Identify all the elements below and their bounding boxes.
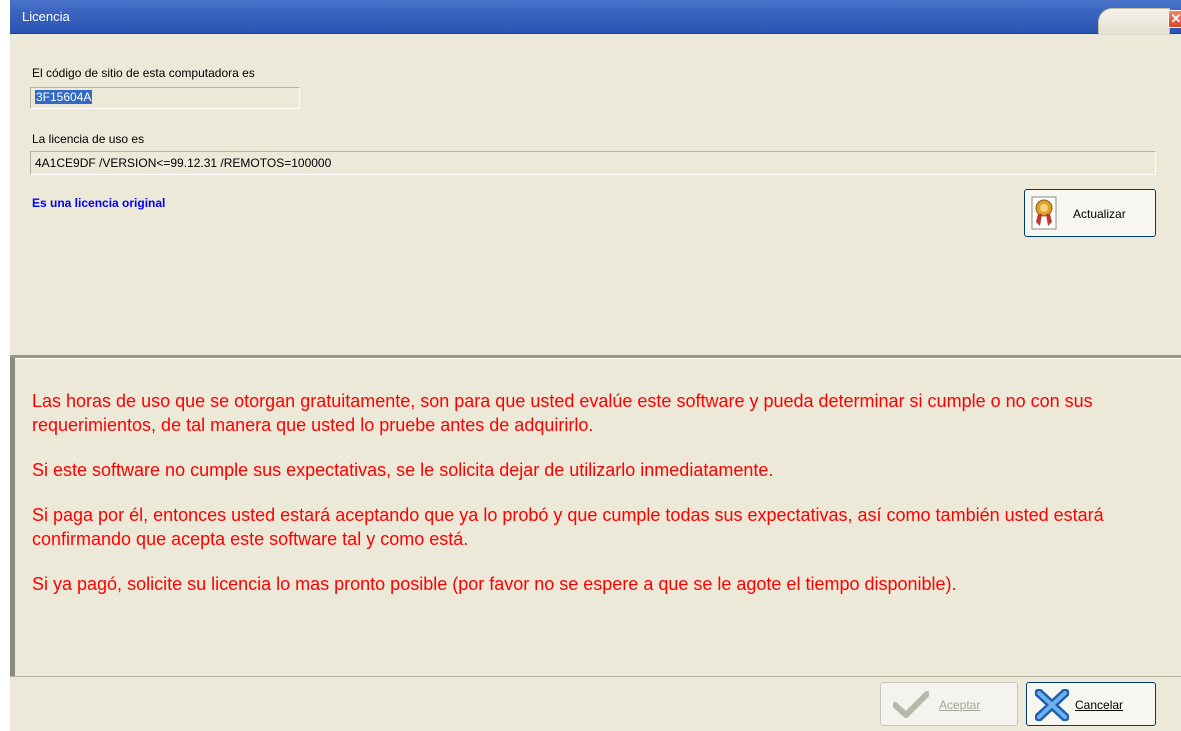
- accept-button[interactable]: Aceptar: [880, 682, 1018, 726]
- cancel-button-label: Cancelar: [1075, 698, 1124, 712]
- license-notice: Las horas de uso que se otorgan gratuita…: [32, 389, 1172, 617]
- site-code-value: 3F15604A: [35, 90, 93, 104]
- site-code-label: El código de sitio de esta computadora e…: [32, 66, 255, 80]
- notice-paragraph: Las horas de uso que se otorgan gratuita…: [32, 391, 1093, 435]
- left-border-strip: [10, 358, 15, 676]
- title-bar[interactable]: Licencia ✕: [10, 0, 1181, 35]
- license-dialog: Licencia ✕ El código de sitio de esta co…: [10, 0, 1181, 731]
- notice-paragraph: Si ya pagó, solicite su licencia lo mas …: [32, 574, 957, 594]
- site-code-field[interactable]: 3F15604A: [30, 87, 300, 109]
- section-divider: [10, 355, 1181, 359]
- notice-paragraph: Si este software no cumple sus expectati…: [32, 460, 774, 480]
- accept-button-label: Aceptar: [939, 698, 981, 712]
- notice-paragraph: Si paga por él, entonces usted estará ac…: [32, 505, 1104, 549]
- update-button-label: Actualizar: [1073, 207, 1126, 221]
- checkmark-icon: [893, 691, 929, 718]
- update-button[interactable]: Actualizar: [1024, 189, 1156, 237]
- title-bar-tab: [1098, 8, 1170, 35]
- window-title: Licencia: [22, 9, 70, 24]
- cancel-button[interactable]: Cancelar: [1026, 682, 1156, 726]
- license-value: 4A1CE9DF /VERSION<=99.12.31 /REMOTOS=100…: [35, 156, 332, 170]
- x-cancel-icon: [1035, 689, 1069, 721]
- close-button[interactable]: ✕: [1168, 10, 1181, 28]
- footer-divider: [10, 676, 1181, 677]
- license-field[interactable]: 4A1CE9DF /VERSION<=99.12.31 /REMOTOS=100…: [30, 151, 1156, 175]
- license-status: Es una licencia original: [32, 196, 166, 210]
- license-label: La licencia de uso es: [32, 132, 145, 146]
- award-ribbon-icon: [1031, 196, 1057, 230]
